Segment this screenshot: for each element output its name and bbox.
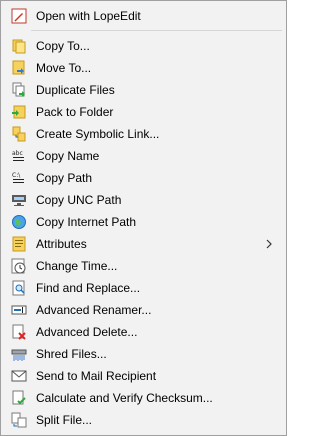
menu-item-label: Open with LopeEdit (36, 9, 141, 23)
menu-item-label: Change Time... (36, 259, 118, 273)
menu-item-shred-files[interactable]: Shred Files... (3, 343, 284, 365)
menu-item-copy-to[interactable]: Copy To... (3, 35, 284, 57)
mail-icon (11, 370, 27, 382)
copy-path-icon: C:\ (12, 172, 24, 183)
menu-item-label: Split File... (36, 413, 93, 427)
menu-item-create-symbolic-link[interactable]: Create Symbolic Link... (3, 123, 284, 145)
menu-item-label: Shred Files... (36, 347, 107, 361)
chevron-right-icon (266, 239, 272, 249)
clock-icon (11, 258, 26, 274)
unc-path-icon (12, 195, 26, 206)
renamer-icon (11, 305, 27, 315)
menu-item-send-to-mail-recipient[interactable]: Send to Mail Recipient (3, 365, 284, 387)
svg-text:abc: abc (12, 150, 23, 157)
menu-item-advanced-delete[interactable]: Advanced Delete... (3, 321, 284, 343)
attributes-icon (12, 236, 26, 252)
menu-item-label: Pack to Folder (36, 105, 114, 119)
duplicate-icon (12, 82, 25, 97)
menu-item-label: Advanced Delete... (36, 325, 138, 339)
menu-item-label: Attributes (36, 237, 87, 251)
menu-item-label: Find and Replace... (36, 281, 141, 295)
menu-item-copy-internet-path[interactable]: Copy Internet Path (3, 211, 284, 233)
menu-separator (31, 30, 282, 31)
menu-item-label: Copy To... (36, 39, 90, 53)
shredder-icon (11, 349, 27, 361)
menu-item-copy-path[interactable]: C:\ Copy Path (3, 167, 284, 189)
svg-text:C:\: C:\ (12, 172, 21, 179)
menu-item-split-file[interactable]: Split File... (3, 409, 284, 431)
menu-item-label: Move To... (36, 61, 92, 75)
menu-item-label: Create Symbolic Link... (36, 127, 160, 141)
find-replace-icon (12, 280, 25, 296)
menu-item-label: Copy Name (36, 149, 100, 163)
context-menu: Open with LopeEdit Copy To... Move To...… (0, 0, 287, 436)
menu-item-calculate-verify-checksum[interactable]: Calculate and Verify Checksum... (3, 387, 284, 409)
move-to-icon (12, 60, 25, 75)
menu-item-pack-to-folder[interactable]: Pack to Folder (3, 101, 284, 123)
menu-item-label: Duplicate Files (36, 83, 115, 97)
menu-item-advanced-renamer[interactable]: Advanced Renamer... (3, 299, 284, 321)
delete-icon (12, 324, 26, 340)
menu-item-change-time[interactable]: Change Time... (3, 255, 284, 277)
menu-item-copy-name[interactable]: abc Copy Name (3, 145, 284, 167)
split-file-icon (11, 412, 27, 428)
menu-item-copy-unc-path[interactable]: Copy UNC Path (3, 189, 284, 211)
menu-item-label: Advanced Renamer... (36, 303, 152, 317)
internet-path-icon (12, 215, 26, 229)
symlink-icon (12, 126, 26, 142)
menu-item-attributes[interactable]: Attributes (3, 233, 284, 255)
menu-item-duplicate-files[interactable]: Duplicate Files (3, 79, 284, 101)
menu-item-label: Send to Mail Recipient (36, 369, 157, 383)
copy-name-icon: abc (12, 150, 24, 161)
menu-item-label: Calculate and Verify Checksum... (36, 391, 213, 405)
checksum-icon (12, 390, 26, 405)
menu-item-label: Copy Internet Path (36, 215, 137, 229)
menu-item-label: Copy Path (36, 171, 93, 185)
pack-folder-icon (12, 105, 26, 119)
menu-item-find-and-replace[interactable]: Find and Replace... (3, 277, 284, 299)
menu-item-label: Copy UNC Path (36, 193, 122, 207)
copy-to-icon (12, 39, 26, 54)
pencil-icon (11, 8, 27, 24)
menu-item-open-with-lopeedit[interactable]: Open with LopeEdit (3, 5, 284, 27)
menu-item-move-to[interactable]: Move To... (3, 57, 284, 79)
